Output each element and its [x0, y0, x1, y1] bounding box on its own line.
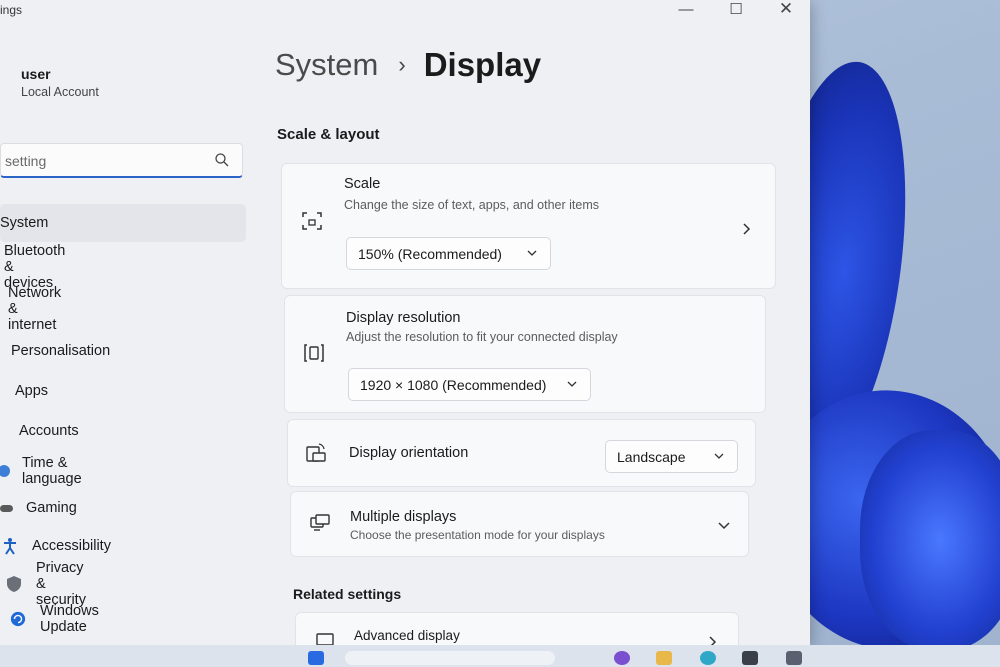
- orientation-value: Landscape: [617, 448, 686, 465]
- shield-icon: [6, 576, 22, 592]
- taskbar-search-box[interactable]: [345, 651, 555, 665]
- scale-description: Change the size of text, apps, and other…: [344, 198, 600, 212]
- search-icon[interactable]: [214, 152, 230, 168]
- orientation-card[interactable]: Display orientation Landscape: [287, 419, 756, 487]
- orientation-dropdown[interactable]: Landscape: [605, 440, 738, 473]
- chevron-right-icon[interactable]: [740, 222, 754, 236]
- chevron-down-icon: [527, 250, 537, 256]
- close-button[interactable]: ✕: [774, 0, 798, 18]
- multiple-displays-icon: [310, 514, 330, 531]
- accessibility-icon: [2, 538, 18, 555]
- sidebar-item-label: Time & language: [22, 455, 82, 487]
- maximize-button[interactable]: ☐: [724, 0, 748, 18]
- user-name[interactable]: user: [21, 66, 51, 82]
- sidebar-item-label: Apps: [15, 383, 49, 399]
- resolution-value: 1920 × 1080 (Recommended): [360, 376, 547, 393]
- search-input[interactable]: setting: [0, 143, 243, 178]
- sidebar-item-time-language[interactable]: Time & language: [0, 452, 82, 490]
- account-type: Local Account: [21, 85, 99, 99]
- resolution-icon: [304, 344, 324, 362]
- resolution-card[interactable]: Display resolution Adjust the resolution…: [284, 295, 766, 413]
- advanced-display-card[interactable]: Advanced display: [295, 612, 739, 645]
- resolution-dropdown[interactable]: 1920 × 1080 (Recommended): [348, 368, 591, 401]
- folder-icon[interactable]: [656, 651, 672, 665]
- sidebar-item-label: Accounts: [19, 423, 79, 439]
- sidebar-item-bluetooth[interactable]: Bluetooth & devices: [4, 243, 65, 291]
- sidebar-item-label: Bluetooth & devices: [4, 243, 66, 291]
- orientation-title: Display orientation: [349, 445, 469, 461]
- start-icon[interactable]: [308, 651, 324, 665]
- advanced-display-title: Advanced display: [354, 628, 460, 643]
- sidebar-item-label: System: [0, 215, 49, 231]
- sidebar-item-label: Network & internet: [8, 285, 62, 333]
- chevron-down-icon[interactable]: [717, 519, 731, 533]
- chevron-right-icon[interactable]: [706, 635, 720, 645]
- wallpaper-bloom: [860, 430, 1000, 650]
- sidebar-item-personalisation[interactable]: Personalisation: [11, 332, 110, 370]
- section-heading-related-settings: Related settings: [293, 586, 402, 602]
- app-title: ings: [0, 3, 23, 17]
- sidebar-item-gaming[interactable]: Gaming: [0, 489, 77, 527]
- multiple-displays-card[interactable]: Multiple displays Choose the presentatio…: [290, 491, 749, 557]
- sidebar-item-privacy[interactable]: Privacy & security: [6, 560, 86, 608]
- page-title: Display: [423, 46, 542, 83]
- multiple-displays-description: Choose the presentation mode for your di…: [350, 528, 605, 542]
- sidebar-item-label: Windows Update: [40, 603, 99, 635]
- search-placeholder: setting: [5, 153, 47, 169]
- scale-icon: [302, 212, 322, 230]
- chevron-down-icon: [567, 381, 577, 387]
- resolution-title: Display resolution: [346, 310, 461, 326]
- settings-window: ings — ☐ ✕ user Local Account setting Sy…: [0, 0, 810, 645]
- multiple-displays-title: Multiple displays: [350, 509, 457, 525]
- chevron-down-icon: [714, 453, 724, 459]
- update-icon: [10, 611, 26, 627]
- app-icon[interactable]: [614, 651, 630, 665]
- breadcrumb: System › Display: [275, 46, 541, 84]
- sidebar-item-label: Accessibility: [32, 538, 111, 554]
- edge-icon[interactable]: [700, 651, 716, 665]
- sidebar-item-network[interactable]: Network & internet: [8, 285, 61, 333]
- title-bar: ings — ☐ ✕: [0, 0, 810, 22]
- sidebar-item-system[interactable]: System: [0, 204, 246, 242]
- minimize-button[interactable]: —: [674, 0, 698, 18]
- sidebar-item-windows-update[interactable]: Windows Update: [10, 600, 99, 638]
- orientation-icon: [306, 443, 326, 462]
- breadcrumb-system[interactable]: System: [275, 47, 378, 83]
- sidebar-item-label: Gaming: [26, 500, 77, 516]
- scale-value: 150% (Recommended): [358, 245, 502, 262]
- breadcrumb-separator: ›: [398, 52, 406, 77]
- resolution-description: Adjust the resolution to fit your connec…: [346, 330, 618, 344]
- sidebar-item-accounts[interactable]: Accounts: [19, 412, 79, 450]
- gamepad-icon: [0, 500, 14, 516]
- scale-title: Scale: [344, 176, 381, 192]
- monitor-icon: [316, 633, 334, 645]
- scale-card[interactable]: Scale Change the size of text, apps, and…: [281, 163, 776, 289]
- settings-app-icon[interactable]: [786, 651, 802, 665]
- app-icon[interactable]: [742, 651, 758, 665]
- globe-icon: [0, 463, 14, 479]
- sidebar-item-label: Personalisation: [11, 343, 111, 359]
- sidebar-item-apps[interactable]: Apps: [15, 372, 48, 410]
- section-heading-scale-layout: Scale & layout: [277, 126, 380, 143]
- taskbar: [0, 645, 1000, 667]
- scale-dropdown[interactable]: 150% (Recommended): [346, 237, 551, 270]
